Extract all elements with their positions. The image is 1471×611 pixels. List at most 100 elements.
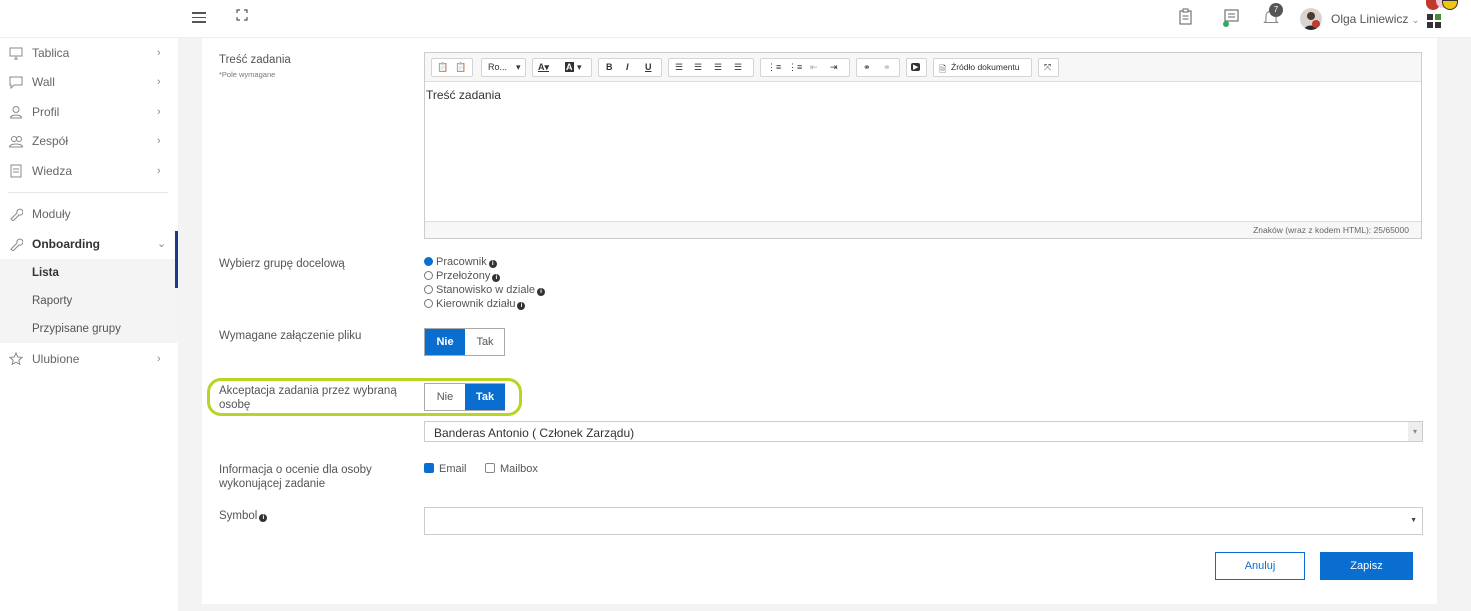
sidebar: Tablica › Wall › Profil › Zespół › Wiedz… [0,38,178,611]
clipboard-icon[interactable] [1178,8,1198,28]
list-group: ⋮≡ ⋮≡ ⇤ ⇥ [760,58,850,77]
sidebar-subitem-label: Lista [32,267,59,279]
maximize-icon[interactable]: ⤧ [1044,62,1051,73]
info-icon: i [517,302,526,310]
unlink-icon[interactable]: ⚭ [883,62,891,73]
editor-toolbar: 📋 📋 Ro... ▾ A▾ A ▾ B I U ☰ ☰ ☰ ☰ ⋮≡ ⋮≡ ⇤… [425,53,1421,82]
youtube-icon[interactable]: ▶ [911,63,921,71]
align-left-icon[interactable]: ☰ [675,62,683,73]
radio-icon [424,285,433,294]
sidebar-subitem-raporty[interactable]: Raporty [0,287,178,315]
acceptance-no[interactable]: Nie [425,384,465,410]
flag-de-icon[interactable] [1442,0,1458,10]
radio-label: Stanowisko w dziale [436,284,536,296]
sidebar-subitem-przypisane-grupy[interactable]: Przypisane grupy [0,315,178,343]
editor-content[interactable]: Treść zadania [425,83,1421,221]
active-indicator [175,231,178,288]
symbol-select[interactable]: ▼ [424,507,1423,535]
paste-icon[interactable]: 📋 [437,62,448,73]
sidebar-item-profil[interactable]: Profil › [0,98,178,126]
sidebar-item-label: Wiedza [32,164,73,178]
sidebar-item-label: Profil [32,105,60,119]
apps-grid-icon[interactable] [1427,14,1441,31]
paste-text-icon[interactable]: 📋 [455,62,466,73]
cancel-button[interactable]: Anuluj [1215,552,1305,580]
radio-pracownik[interactable]: Pracownik i [424,256,497,268]
align-center-icon[interactable]: ☰ [694,62,702,73]
sidebar-subitem-label: Raporty [32,295,73,307]
font-select[interactable]: Ro... ▾ [481,58,526,77]
radio-kierownik-dzialu[interactable]: Kierownik działu i [424,298,526,310]
radio-stanowisko-w-dziale[interactable]: Stanowisko w dziale i [424,284,546,296]
mailbox-checkbox[interactable]: Mailbox [485,463,538,475]
sidebar-item-label: Moduły [32,207,71,221]
bg-color-icon[interactable]: A [565,62,574,72]
chevron-down-icon[interactable]: ▾ [577,62,582,73]
chevron-down-icon: ▾ [516,62,521,72]
sidebar-item-label: Tablica [32,46,70,60]
checkbox-icon [485,463,495,473]
source-icon: 🗎 [939,64,947,74]
fullscreen-icon[interactable] [236,9,248,21]
italic-icon[interactable]: I [626,62,629,72]
maximize-group: ⤧ [1038,58,1059,77]
notification-badge: 7 [1269,3,1283,17]
star-icon [8,351,24,366]
radio-icon [424,271,433,280]
text-color-icon[interactable]: A▾ [538,62,549,73]
sidebar-item-onboarding[interactable]: Onboarding ⌄ [0,230,178,258]
link-icon[interactable]: ⚭ [863,62,871,73]
align-right-icon[interactable]: ☰ [714,62,722,73]
user-name[interactable]: Olga Liniewicz ⌄ [1331,12,1419,26]
sidebar-subitem-label: Przypisane grupy [32,323,121,335]
sidebar-item-wiedza[interactable]: Wiedza › [0,157,178,185]
monitor-icon [9,46,23,60]
user-icon [9,105,23,119]
editor-footer: Znaków (wraz z kodem HTML): 25/65000 [425,221,1421,238]
bold-icon[interactable]: B [606,62,613,72]
required-note: *Pole wymagane [219,70,276,79]
select-value: Banderas Antonio ( Członek Zarządu) [434,426,635,440]
file-required-yes[interactable]: Tak [465,329,505,355]
font-select-label: Ro... [488,62,508,72]
rich-text-editor: 📋 📋 Ro... ▾ A▾ A ▾ B I U ☰ ☰ ☰ ☰ ⋮≡ ⋮≡ ⇤… [424,52,1422,239]
chevron-right-icon: › [157,165,161,177]
sidebar-item-ulubione[interactable]: Ulubione › [0,345,178,373]
indent-icon[interactable]: ⇥ [830,62,838,73]
target-group-label: Wybierz grupę docelową [219,258,345,270]
task-content-label: Treść zadania [219,54,291,66]
info-icon: i [488,260,497,268]
save-button[interactable]: Zapisz [1320,552,1413,580]
sidebar-item-moduly[interactable]: Moduły [0,200,178,228]
radio-przelozony[interactable]: Przełożony i [424,270,501,282]
outdent-icon[interactable]: ⇤ [810,62,818,73]
chevron-down-icon: ⌄ [157,238,167,250]
sidebar-subitem-lista[interactable]: Lista [0,259,178,287]
file-required-no[interactable]: Nie [425,329,465,355]
numbered-list-icon[interactable]: ⋮≡ [767,62,781,73]
bulleted-list-icon[interactable]: ⋮≡ [788,62,802,73]
source-button[interactable]: 🗎 Źródło dokumentu [933,58,1032,77]
acceptance-yes[interactable]: Tak [465,384,505,410]
checkbox-label: Mailbox [500,463,538,475]
underline-icon[interactable]: U [645,62,652,72]
chevron-right-icon: › [157,353,161,365]
hamburger-icon[interactable] [192,12,206,24]
acceptance-person-select[interactable]: Banderas Antonio ( Członek Zarządu) ▾ [424,421,1423,442]
info-icon: i [259,514,268,522]
sidebar-item-label: Ulubione [32,352,80,366]
avatar[interactable] [1300,8,1322,30]
radio-icon [424,299,433,308]
radio-selected-icon [424,257,433,266]
align-justify-icon[interactable]: ☰ [734,62,742,73]
chevron-right-icon: › [157,47,161,59]
sidebar-item-tablica[interactable]: Tablica › [0,39,178,67]
sidebar-item-zespol[interactable]: Zespół › [0,127,178,155]
chat-icon[interactable] [1222,8,1242,28]
align-group: ☰ ☰ ☰ ☰ [668,58,754,77]
chevron-right-icon: › [157,76,161,88]
sidebar-item-wall[interactable]: Wall › [0,68,178,96]
chevron-right-icon: › [157,135,161,147]
email-checkbox[interactable]: Email [424,463,467,475]
chevron-right-icon: › [157,106,161,118]
